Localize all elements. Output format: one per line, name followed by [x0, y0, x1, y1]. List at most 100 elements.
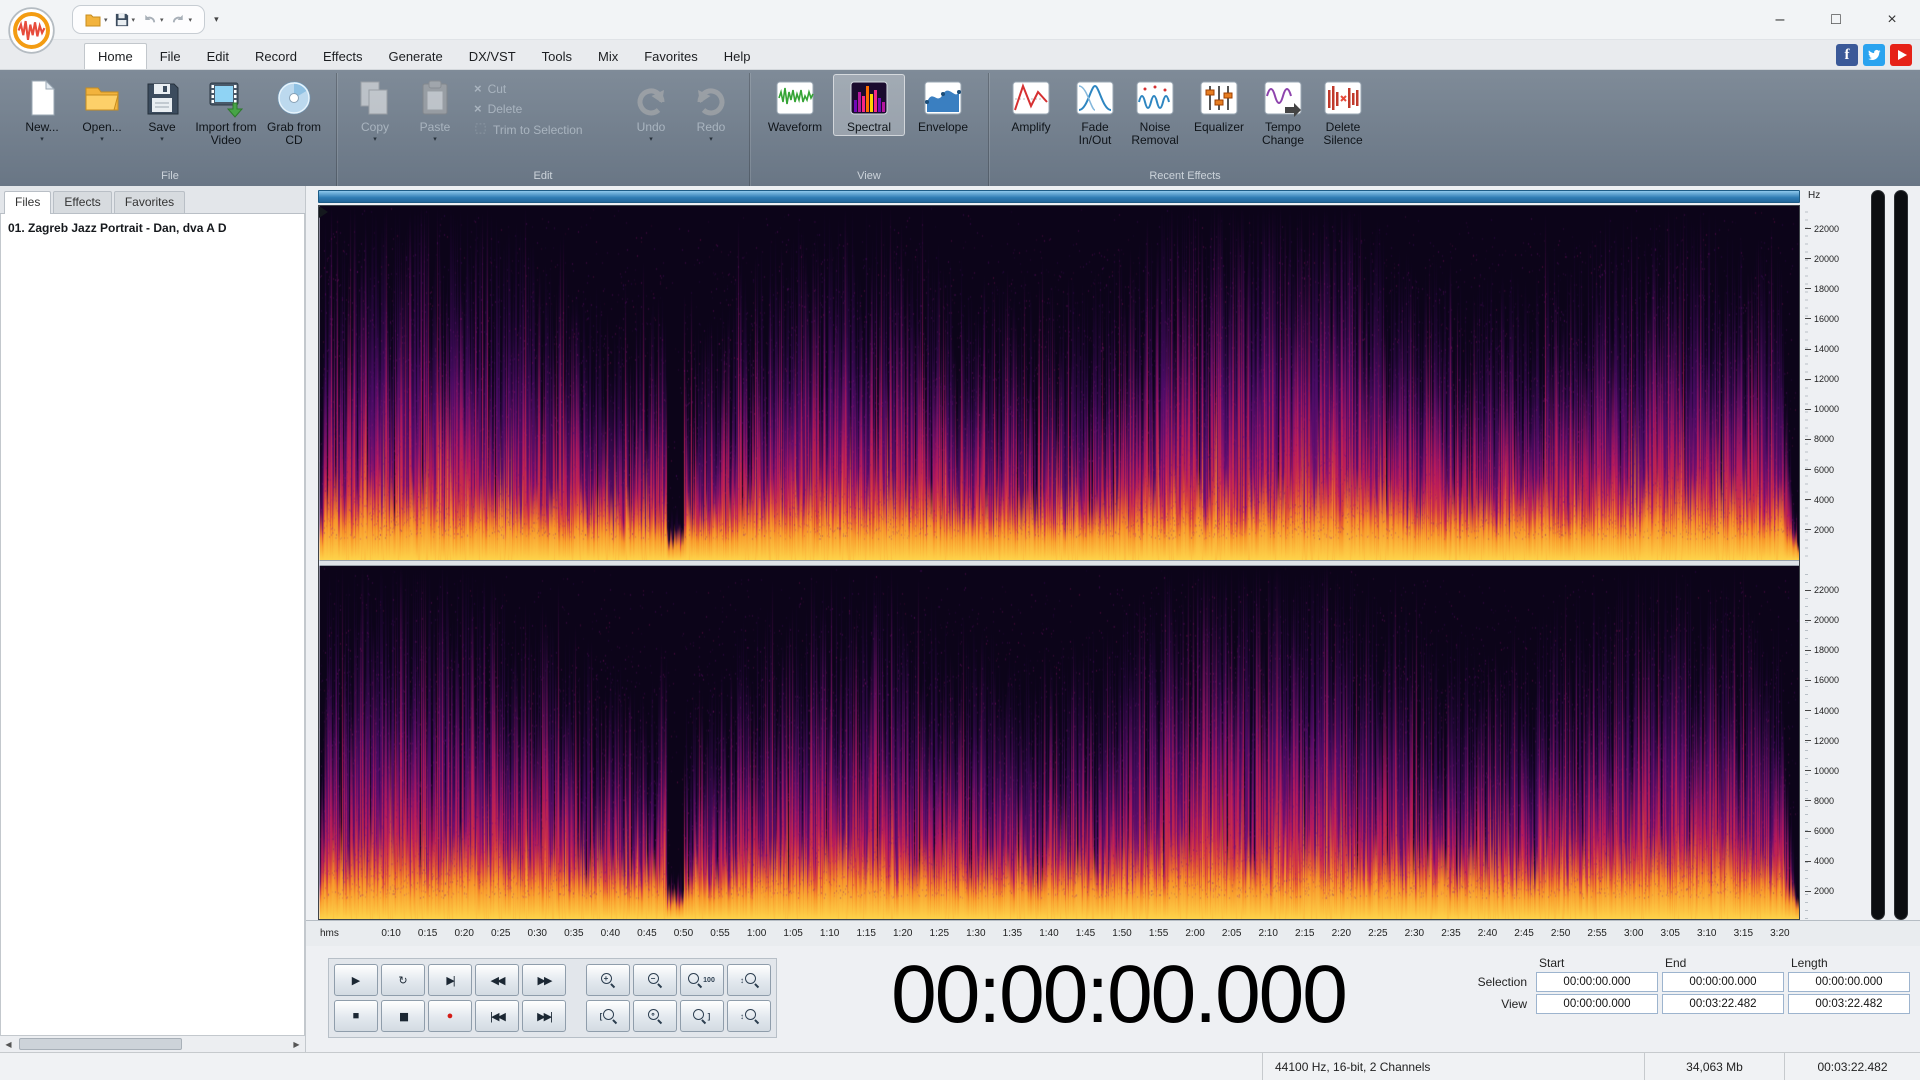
selection-start-field[interactable]: 00:00:00.000	[1536, 972, 1658, 992]
menu-tab-home[interactable]: Home	[84, 43, 147, 69]
customize-toolbar-button[interactable]: ▾	[214, 14, 219, 25]
maximize-button[interactable]: □	[1808, 0, 1864, 39]
redo-button[interactable]: Redo ▾	[682, 74, 740, 145]
sidebar-horizontal-scrollbar[interactable]: ◀ ▶	[0, 1035, 305, 1052]
scroll-right-icon[interactable]: ▶	[288, 1036, 305, 1052]
cursor-marker-icon[interactable]	[319, 206, 328, 218]
chevron-down-icon[interactable]: ▾	[709, 135, 713, 143]
menu-tab-generate[interactable]: Generate	[375, 44, 455, 69]
spectral-view-button[interactable]: Spectral	[833, 74, 905, 136]
quick-save-button[interactable]: ▾	[115, 13, 136, 27]
zoom-out-button[interactable]: −	[633, 964, 677, 996]
chevron-down-icon[interactable]: ▾	[189, 16, 193, 24]
chevron-down-icon[interactable]: ▾	[40, 135, 44, 143]
save-button[interactable]: Save ▾	[133, 74, 191, 145]
timeline-tick-1:35: 1:35	[1003, 928, 1022, 939]
import-from-video-button[interactable]: Import from Video	[193, 74, 259, 149]
chevron-down-icon[interactable]: ▾	[132, 16, 136, 24]
chevron-down-icon[interactable]: ▾	[104, 16, 108, 24]
record-button[interactable]: ●	[428, 1000, 472, 1032]
menu-tab-mix[interactable]: Mix	[585, 44, 631, 69]
quick-open-button[interactable]: ▾	[85, 13, 108, 27]
sidebar-tab-favorites[interactable]: Favorites	[114, 191, 185, 213]
delete-silence-button[interactable]: Delete Silence	[1314, 74, 1372, 149]
twitter-icon[interactable]	[1863, 44, 1885, 66]
zoom-to-selection-button[interactable]: [	[586, 1000, 630, 1032]
timeline-tick-2:15: 2:15	[1295, 928, 1314, 939]
view-start-field[interactable]: 00:00:00.000	[1536, 994, 1658, 1014]
zoom-vertical-in-button[interactable]: ↕	[727, 964, 771, 996]
timeline-ruler[interactable]: hms 0:100:150:200:250:300:350:400:450:50…	[306, 920, 1920, 946]
zoom-full-button[interactable]: ∘	[633, 1000, 677, 1032]
equalizer-button[interactable]: Equalizer	[1186, 74, 1252, 136]
open-button[interactable]: Open... ▾	[73, 74, 131, 145]
noise-removal-button[interactable]: Noise Removal	[1126, 74, 1184, 149]
chevron-down-icon[interactable]: ▾	[160, 135, 164, 143]
spectrogram-channel-right[interactable]	[319, 566, 1799, 920]
facebook-icon[interactable]: f	[1836, 44, 1858, 66]
youtube-icon[interactable]	[1890, 44, 1912, 66]
amplify-button[interactable]: Amplify	[998, 74, 1064, 136]
close-button[interactable]: ×	[1864, 0, 1920, 39]
pause-button[interactable]: ▮▮	[381, 1000, 425, 1032]
stop-button[interactable]: ■	[334, 1000, 378, 1032]
view-length-field[interactable]: 00:03:22.482	[1788, 994, 1910, 1014]
zoom-to-end-button[interactable]: ]	[680, 1000, 724, 1032]
paste-button[interactable]: Paste ▾	[406, 74, 464, 145]
spectrogram-view[interactable]	[318, 205, 1800, 920]
tempo-change-button[interactable]: Tempo Change	[1254, 74, 1312, 149]
new-button[interactable]: New... ▾	[13, 74, 71, 145]
scrollbar-thumb[interactable]	[19, 1038, 182, 1050]
play-button[interactable]: ▶	[334, 964, 378, 996]
selection-end-field[interactable]: 00:00:00.000	[1662, 972, 1784, 992]
chevron-down-icon[interactable]: ▾	[649, 135, 653, 143]
transport-panel: ▶↻▶|◀◀▶▶ +−100↕ ■▮▮●|◀◀▶▶| [∘]↕	[328, 958, 777, 1038]
minimize-button[interactable]: –	[1752, 0, 1808, 39]
delete-button[interactable]: × Delete	[474, 102, 612, 116]
spectral-icon	[849, 78, 889, 118]
menu-tab-edit[interactable]: Edit	[194, 44, 242, 69]
timeline-tick-0:10: 0:10	[381, 928, 400, 939]
delete-icon: ×	[474, 103, 482, 115]
menu-tab-dx-vst[interactable]: DX/VST	[456, 44, 529, 69]
menu-tab-record[interactable]: Record	[242, 44, 310, 69]
chevron-down-icon[interactable]: ▾	[373, 135, 377, 143]
menu-tab-favorites[interactable]: Favorites	[631, 44, 710, 69]
trim-to-selection-button[interactable]: Trim to Selection	[474, 122, 612, 138]
scroll-left-icon[interactable]: ◀	[0, 1036, 17, 1052]
sidebar-tab-effects[interactable]: Effects	[53, 191, 111, 213]
file-list-item[interactable]: 01. Zagreb Jazz Portrait - Dan, dva A D	[1, 218, 304, 238]
fade-in-out-button[interactable]: Fade In/Out	[1066, 74, 1124, 149]
loop-button[interactable]: ↻	[381, 964, 425, 996]
sidebar-tab-files[interactable]: Files	[4, 191, 51, 214]
copy-button[interactable]: Copy ▾	[346, 74, 404, 145]
seek-scrollbar[interactable]	[318, 190, 1800, 203]
chevron-down-icon[interactable]: ▾	[433, 135, 437, 143]
fast-forward-button[interactable]: ▶▶	[522, 964, 566, 996]
go-to-start-button[interactable]: |◀◀	[475, 1000, 519, 1032]
cut-button[interactable]: × Cut	[474, 82, 612, 96]
quick-undo-button[interactable]: ▾	[142, 12, 164, 27]
menu-tab-tools[interactable]: Tools	[529, 44, 585, 69]
zoom-in-button[interactable]: +	[586, 964, 630, 996]
grab-from-cd-button[interactable]: Grab from CD	[261, 74, 327, 149]
selection-length-field[interactable]: 00:00:00.000	[1788, 972, 1910, 992]
zoom-vertical-out-button[interactable]: ↕	[727, 1000, 771, 1032]
undo-button[interactable]: Undo ▾	[622, 74, 680, 145]
playback-cursor[interactable]	[319, 206, 320, 919]
menu-tab-effects[interactable]: Effects	[310, 44, 376, 69]
spectrogram-channel-left[interactable]	[319, 206, 1799, 560]
next-marker-button[interactable]: ▶|	[428, 964, 472, 996]
quick-redo-button[interactable]: ▾	[171, 12, 193, 27]
chevron-down-icon[interactable]: ▾	[160, 16, 164, 24]
view-end-field[interactable]: 00:03:22.482	[1662, 994, 1784, 1014]
envelope-view-button[interactable]: Envelope	[907, 74, 979, 136]
waveform-view-button[interactable]: Waveform	[759, 74, 831, 136]
chevron-down-icon[interactable]: ▾	[100, 135, 104, 143]
rewind-button[interactable]: ◀◀	[475, 964, 519, 996]
go-to-end-button[interactable]: ▶▶|	[522, 1000, 566, 1032]
menu-tab-file[interactable]: File	[147, 44, 194, 69]
menu-tab-help[interactable]: Help	[711, 44, 764, 69]
menu-tabs: HomeFileEditRecordEffectsGenerateDX/VSTT…	[84, 43, 763, 69]
zoom-100-button[interactable]: 100	[680, 964, 724, 996]
